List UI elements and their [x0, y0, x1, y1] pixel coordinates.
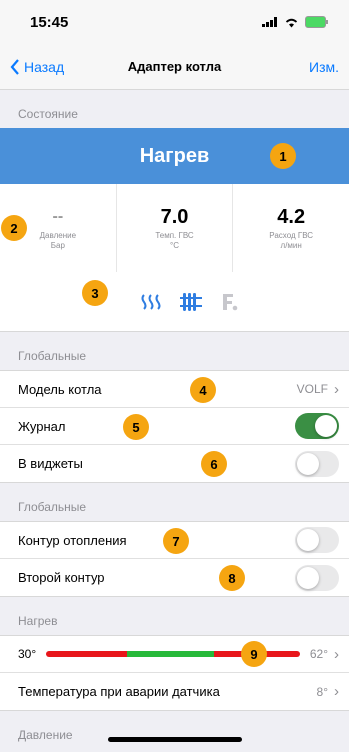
- signal-icon: [262, 17, 277, 27]
- boiler-model-label: Модель котла: [18, 381, 102, 397]
- boiler-model-row[interactable]: Модель котла 4 VOLF ›: [0, 371, 349, 408]
- sensor-fault-value: 8°: [316, 684, 328, 699]
- status-time: 15:45: [30, 13, 69, 31]
- global-group-2: Контур отопления 7 Второй контур 8: [0, 521, 349, 597]
- heating-range-row[interactable]: 30° 9 62° ›: [0, 636, 349, 673]
- heating-circuit-label: Контур отопления: [18, 532, 127, 548]
- metric-unit: л/мин: [280, 240, 302, 250]
- metric-label: Темп. ГВС: [155, 230, 194, 240]
- back-label: Назад: [24, 58, 65, 75]
- home-indicator[interactable]: [107, 737, 242, 742]
- badge-7: 7: [163, 528, 189, 554]
- sensor-fault-value-group: 8° ›: [317, 683, 339, 700]
- boiler-model-value-group: VOLF ›: [297, 381, 339, 398]
- journal-label: Журнал: [18, 418, 66, 434]
- section-header-state: Состояние: [18, 107, 78, 121]
- heating-circuit-toggle[interactable]: [295, 527, 339, 553]
- second-circuit-toggle[interactable]: [295, 564, 339, 591]
- widgets-label: В виджеты: [18, 456, 83, 471]
- badge-5: 5: [123, 414, 149, 440]
- status-icons: [262, 16, 329, 28]
- metrics-panel: 2 -- Давление Бар 7.0 Темп. ГВС °C 4.2 Р…: [0, 184, 349, 272]
- second-circuit-label: Второй контур: [18, 570, 105, 585]
- global-group-1: Модель котла 4 VOLF › Журнал 5 В виджеты…: [0, 370, 349, 483]
- heating-max-group: 62° ›: [310, 646, 339, 663]
- badge-8: 8: [219, 565, 245, 591]
- state-value: Нагрев: [139, 144, 210, 167]
- section-header-global-2: Глобальные: [18, 500, 87, 514]
- chevron-right-icon: ›: [334, 683, 339, 700]
- chevron-right-icon: ›: [334, 645, 339, 663]
- sensor-fault-label: Температура при аварии датчика: [18, 684, 220, 699]
- metric-unit: °C: [170, 240, 179, 250]
- widgets-toggle[interactable]: [295, 450, 339, 477]
- state-banner: Нагрев 1: [0, 128, 349, 184]
- heat-waves-icon[interactable]: [140, 293, 162, 311]
- status-bar: 15:45: [0, 0, 349, 44]
- badge-2: 2: [1, 215, 27, 241]
- heating-max: 62°: [309, 647, 328, 661]
- chevron-left-icon: [10, 58, 19, 75]
- metric-dhw-temp: 7.0 Темп. ГВС °C: [117, 184, 234, 272]
- battery-icon: [305, 16, 328, 28]
- metric-value: 4.2: [277, 205, 306, 228]
- boiler-model-value: VOLF: [296, 382, 328, 396]
- heating-group: 30° 9 62° › Температура при аварии датчи…: [0, 635, 349, 711]
- widgets-row: В виджеты 6: [0, 445, 349, 482]
- nav-bar: Назад Адаптер котла Изм.: [0, 44, 349, 90]
- mode-icons-row: 3: [0, 272, 349, 332]
- badge-6: 6: [201, 451, 227, 477]
- chevron-right-icon: ›: [334, 380, 339, 398]
- sensor-fault-temp-row[interactable]: Температура при аварии датчика 8° ›: [0, 673, 349, 710]
- badge-1: 1: [270, 143, 296, 169]
- metric-label: Давление: [39, 230, 77, 240]
- heating-circuit-row: Контур отопления 7: [0, 522, 349, 559]
- metric-dhw-flow: 4.2 Расход ГВС л/мин: [233, 184, 349, 272]
- back-button[interactable]: Назад: [10, 59, 64, 75]
- metric-unit: Бар: [50, 240, 65, 250]
- badge-3: 3: [82, 280, 108, 306]
- heating-min: 30°: [18, 647, 37, 661]
- metric-value: --: [52, 207, 64, 225]
- journal-toggle[interactable]: [295, 413, 339, 439]
- badge-4: 4: [190, 377, 216, 403]
- second-circuit-row: Второй контур 8: [0, 559, 349, 596]
- section-header-pressure: Давление: [18, 728, 73, 742]
- journal-row: Журнал 5: [0, 408, 349, 445]
- radiator-icon[interactable]: [179, 292, 202, 312]
- edit-button[interactable]: Изм.: [309, 59, 339, 75]
- metric-value: 7.0: [160, 205, 189, 228]
- tap-icon[interactable]: [220, 292, 240, 312]
- metric-label: Расход ГВС: [269, 230, 314, 240]
- wifi-icon: [285, 18, 298, 27]
- badge-9: 9: [241, 641, 267, 667]
- section-header-heating: Нагрев: [18, 614, 58, 628]
- section-header-global-1: Глобальные: [18, 349, 87, 363]
